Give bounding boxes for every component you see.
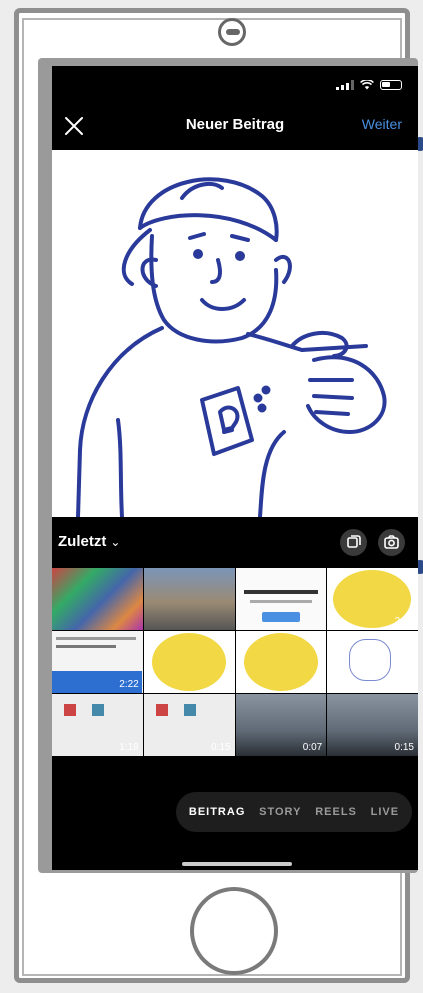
album-name: Zuletzt: [58, 533, 107, 550]
video-duration: 1:18: [119, 742, 139, 753]
next-button[interactable]: Weiter: [362, 116, 402, 132]
grid-tile[interactable]: [143, 631, 235, 693]
grid-tile[interactable]: 2:26: [327, 568, 418, 630]
grid-tile[interactable]: 0:15: [143, 694, 235, 756]
battery-icon: [380, 80, 402, 90]
chevron-down-icon: ⌄: [110, 535, 121, 549]
multi-select-button[interactable]: [340, 529, 367, 556]
album-selector[interactable]: Zuletzt ⌄: [58, 533, 120, 550]
home-button[interactable]: [190, 887, 278, 975]
camera-icon: [384, 535, 399, 549]
grid-tile[interactable]: [52, 568, 143, 630]
preview-image: [52, 150, 418, 519]
multi-select-icon: [347, 535, 361, 548]
grid-tile[interactable]: 2:22: [52, 631, 143, 693]
video-duration: 0:15: [394, 742, 414, 753]
grid-tile[interactable]: 0:15: [327, 694, 418, 756]
gallery-bar: Zuletzt ⌄: [52, 517, 418, 568]
video-duration: 0:07: [302, 742, 323, 753]
mode-live[interactable]: LIVE: [371, 806, 399, 818]
home-indicator: [182, 862, 292, 866]
mode-reels[interactable]: REELS: [315, 806, 357, 818]
mode-switcher: BEITRAG STORY REELS LIVE: [176, 792, 412, 832]
phone-screen: Neuer Beitrag Weiter Zuletzt ⌄ 2:26 2:22…: [52, 66, 418, 870]
grid-tile[interactable]: [235, 631, 327, 693]
wifi-icon: [360, 80, 374, 90]
grid-tile[interactable]: 0:07: [235, 694, 327, 756]
top-nav: Neuer Beitrag Weiter: [52, 104, 418, 148]
video-duration: 0:15: [211, 742, 231, 753]
mode-beitrag[interactable]: BEITRAG: [189, 806, 246, 818]
speaker-slit: [226, 29, 240, 35]
grid-tile[interactable]: [235, 568, 327, 630]
grid-tile[interactable]: [143, 568, 235, 630]
mode-story[interactable]: STORY: [259, 806, 301, 818]
camera-button[interactable]: [378, 529, 405, 556]
drawing-person-illustration: [76, 177, 387, 519]
signal-icon: [336, 80, 354, 90]
grid-tile[interactable]: [327, 631, 418, 693]
status-bar: [52, 66, 418, 104]
video-duration: 2:26: [394, 616, 414, 627]
grid-tile[interactable]: 1:18: [52, 694, 143, 756]
video-duration: 2:22: [119, 679, 139, 690]
